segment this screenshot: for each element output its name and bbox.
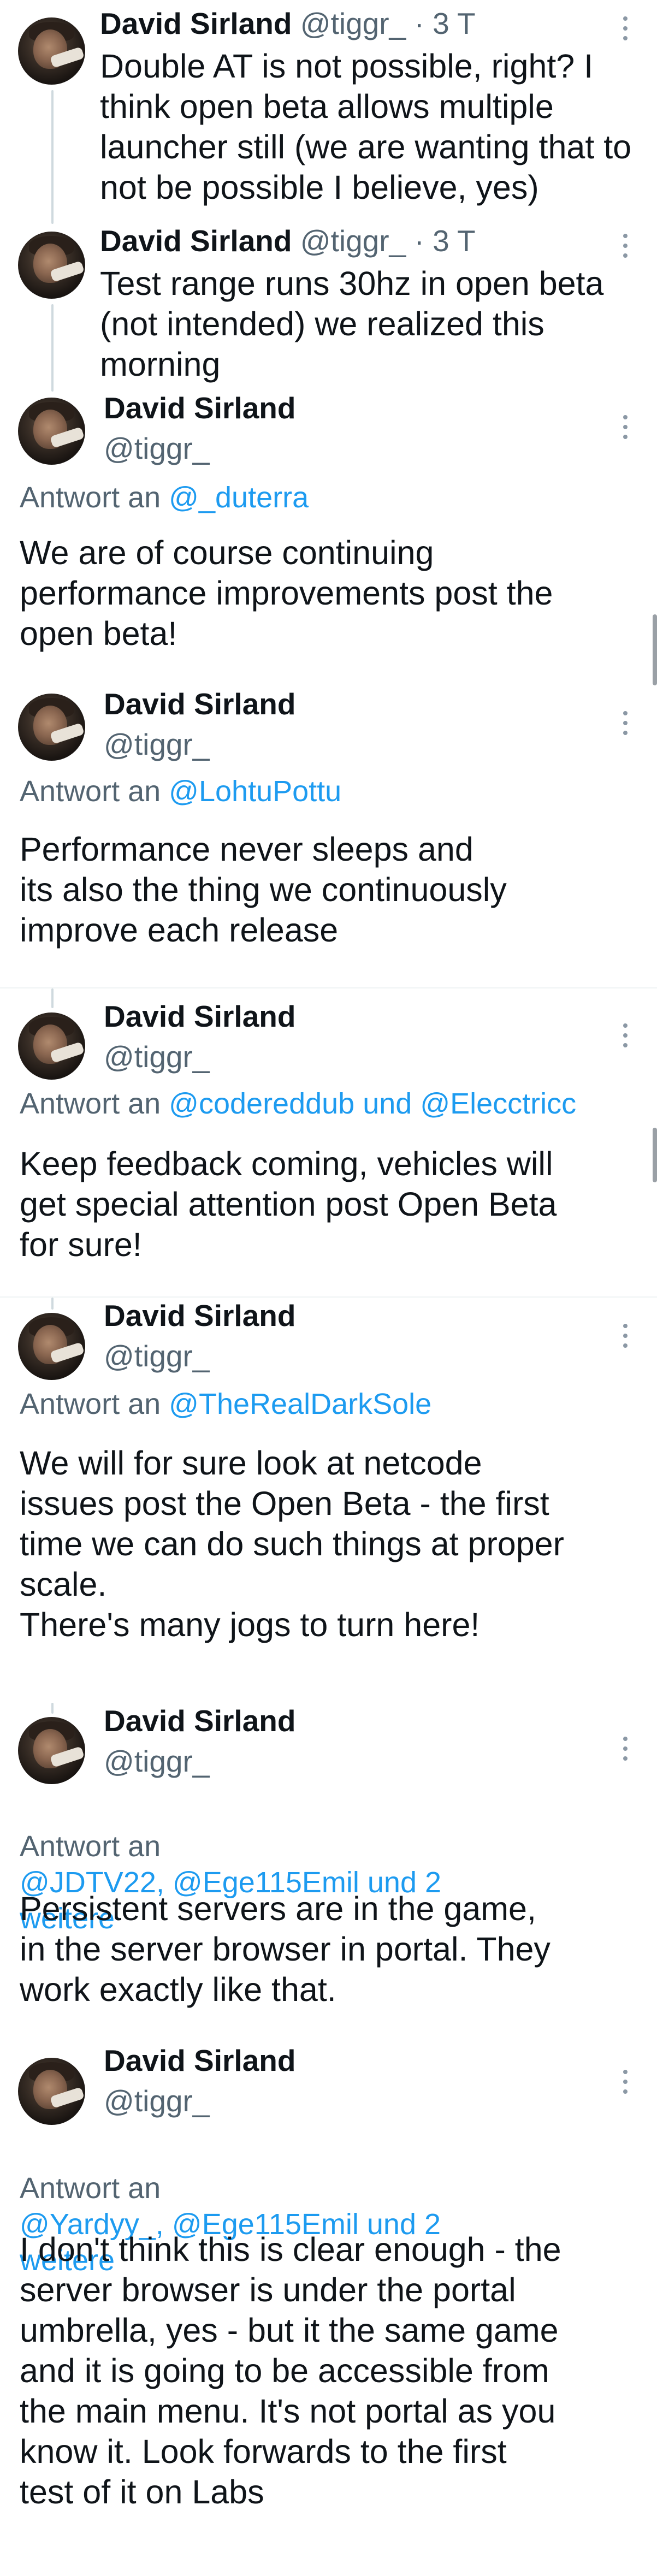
avatar[interactable]: [18, 232, 85, 299]
tweet[interactable]: David Sirland @tiggr_ Antwort an @LohtuP…: [0, 686, 657, 981]
author-handle[interactable]: @tiggr_: [300, 224, 406, 258]
avatar[interactable]: [18, 17, 85, 85]
more-options-icon[interactable]: [622, 1023, 629, 1047]
tweet[interactable]: David Sirland @tiggr_ · 3 T Test range r…: [0, 218, 657, 392]
avatar[interactable]: [18, 1717, 85, 1784]
thread-connector: [51, 90, 54, 224]
author-handle[interactable]: @tiggr_: [300, 7, 406, 40]
reply-prefix: Antwort an: [20, 1087, 161, 1120]
timestamp[interactable]: 3 T: [433, 224, 475, 258]
avatar[interactable]: [18, 1012, 85, 1080]
thread-connector: [51, 988, 54, 1008]
more-options-icon[interactable]: [622, 2070, 629, 2094]
more-options-icon[interactable]: [622, 16, 629, 40]
tweet-text: Test range runs 30hz in open beta (not i…: [100, 265, 604, 383]
scrollbar-thumb[interactable]: [653, 614, 657, 685]
thread-connector: [51, 1703, 54, 1714]
tweet-text: We are of course continuing performance …: [20, 534, 553, 652]
timestamp[interactable]: 3 T: [433, 7, 475, 40]
author-handle[interactable]: @tiggr_: [104, 1338, 209, 1374]
page: { "tweets": [ { "name": "David Sirland",…: [0, 0, 657, 2576]
tweet-text: Persistent servers are in the game, in t…: [20, 1890, 551, 2008]
avatar[interactable]: [18, 2058, 85, 2125]
thread-connector: [51, 304, 54, 392]
author-handle[interactable]: @tiggr_: [104, 430, 209, 466]
tweet-header: David Sirland @tiggr_ · 3 T: [100, 223, 476, 259]
author-handle[interactable]: @tiggr_: [104, 2083, 209, 2119]
reply-context: Antwort an @codereddub und @Elecctricc: [20, 1086, 637, 1122]
reply-prefix: Antwort an: [20, 1830, 161, 1863]
author-name[interactable]: David Sirland: [100, 7, 292, 40]
reply-prefix: Antwort an: [20, 2172, 161, 2205]
tweet-text: Double AT is not possible, right? I thin…: [100, 48, 632, 206]
avatar[interactable]: [18, 398, 85, 465]
scrollbar-thumb[interactable]: [653, 1128, 657, 1182]
author-handle[interactable]: @tiggr_: [104, 1743, 209, 1779]
reply-mention-link[interactable]: @_duterra: [169, 481, 309, 514]
reply-context: Antwort an @LohtuPottu: [20, 773, 637, 809]
author-handle[interactable]: @tiggr_: [104, 726, 209, 762]
reply-prefix: Antwort an: [20, 481, 161, 514]
separator: ·: [414, 224, 424, 258]
author-name[interactable]: David Sirland: [104, 686, 295, 722]
reply-prefix: Antwort an: [20, 1388, 161, 1420]
tweet[interactable]: David Sirland @tiggr_ Antwort an @TheRea…: [0, 1298, 657, 1702]
reply-mention-link[interactable]: @LohtuPottu: [169, 775, 341, 808]
more-options-icon[interactable]: [622, 1737, 629, 1761]
reply-context: Antwort an @TheRealDarkSole: [20, 1386, 637, 1422]
more-options-icon[interactable]: [622, 234, 629, 258]
thread-connector: [51, 1298, 54, 1310]
tweet[interactable]: David Sirland @tiggr_ Antwort an @Yardyy…: [0, 2042, 657, 2576]
reply-mention-link[interactable]: @codereddub und @Elecctricc: [169, 1087, 576, 1120]
author-handle[interactable]: @tiggr_: [104, 1039, 209, 1075]
more-options-icon[interactable]: [622, 711, 629, 735]
reply-context: Antwort an @_duterra: [20, 479, 637, 516]
reply-mention-link[interactable]: @TheRealDarkSole: [169, 1388, 431, 1420]
tweet-header: David Sirland @tiggr_ · 3 T: [100, 5, 476, 42]
author-name[interactable]: David Sirland: [104, 998, 295, 1034]
tweet[interactable]: David Sirland @tiggr_ Antwort an @JDTV22…: [0, 1703, 657, 2041]
separator: ·: [414, 7, 424, 40]
tweet[interactable]: David Sirland @tiggr_ · 3 T Double AT is…: [0, 0, 657, 224]
tweet-text: We will for sure look at netcode issues …: [20, 1444, 564, 1643]
author-name[interactable]: David Sirland: [104, 390, 295, 426]
tweet-text: Keep feedback coming, vehicles will get …: [20, 1145, 557, 1263]
author-name[interactable]: David Sirland: [100, 224, 292, 258]
author-name[interactable]: David Sirland: [104, 1298, 295, 1334]
reply-prefix: Antwort an: [20, 775, 161, 808]
more-options-icon[interactable]: [622, 415, 629, 439]
more-options-icon[interactable]: [622, 1324, 629, 1348]
avatar[interactable]: [18, 1313, 85, 1380]
tweet-text: I don't think this is clear enough - the…: [20, 2231, 561, 2510]
tweet[interactable]: David Sirland @tiggr_ Antwort an @codere…: [0, 988, 657, 1294]
tweet[interactable]: David Sirland @tiggr_ Antwort an @_duter…: [0, 388, 657, 683]
author-name[interactable]: David Sirland: [104, 1703, 295, 1739]
avatar[interactable]: [18, 694, 85, 761]
tweet-text: Performance never sleeps and its also th…: [20, 831, 507, 949]
author-name[interactable]: David Sirland: [104, 2042, 295, 2078]
